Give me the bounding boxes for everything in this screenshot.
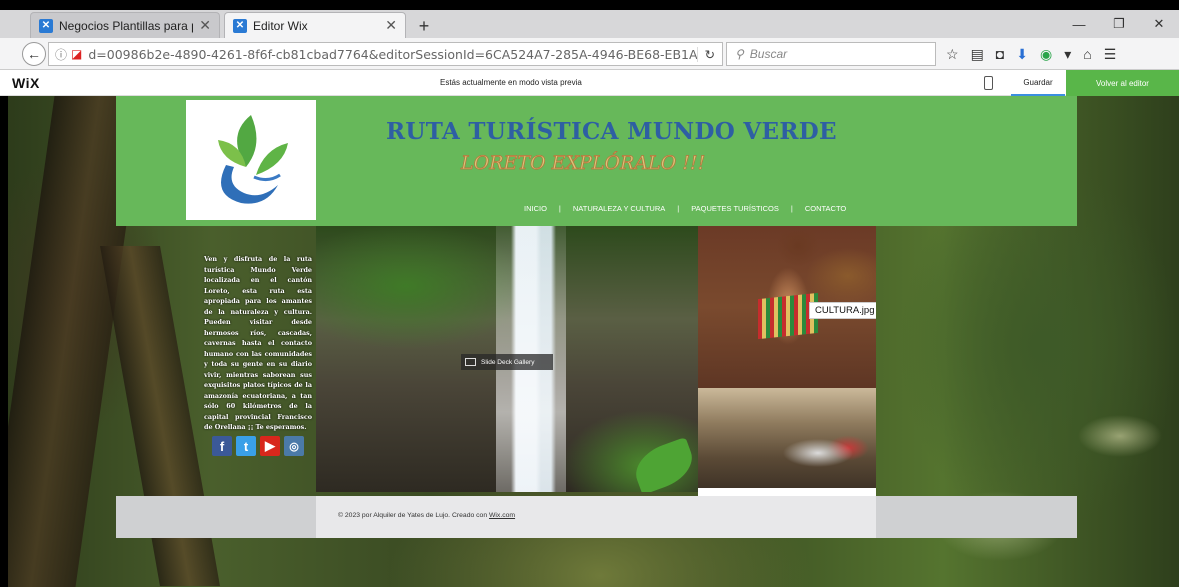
leaf-hand-logo-icon bbox=[218, 115, 288, 204]
image-icon bbox=[465, 358, 476, 366]
intro-column: Ven y disfruta de la ruta turística Mund… bbox=[190, 226, 316, 496]
site-menu: INICIO | NATURALEZA Y CULTURA | PAQUETES… bbox=[516, 204, 854, 213]
wix-preview-bar: WiX Estás actualmente en modo vista prev… bbox=[0, 70, 1179, 96]
search-icon: ⚲ bbox=[735, 47, 744, 61]
browser-nav-bar: ← ⓘ ◪ d=00986b2e-4890-4261-8f6f-cb81cbad… bbox=[0, 38, 1179, 70]
menu-item-naturaleza-cultura[interactable]: NATURALEZA Y CULTURA bbox=[565, 204, 673, 213]
menu-item-inicio[interactable]: INICIO bbox=[516, 204, 555, 213]
twitter-icon[interactable]: t bbox=[236, 436, 256, 456]
site-preview: RUTA TURÍSTICA MUNDO VERDE LORETO EXPLÓR… bbox=[0, 96, 1179, 587]
back-to-editor-button[interactable]: Volver al editor bbox=[1066, 70, 1179, 96]
menu-item-paquetes[interactable]: PAQUETES TURÍSTICOS bbox=[683, 204, 787, 213]
save-button[interactable]: Guardar bbox=[1011, 70, 1065, 96]
pocket-icon[interactable]: ◘ bbox=[996, 46, 1004, 62]
menu-separator: | bbox=[558, 204, 561, 213]
restore-icon[interactable]: ❐ bbox=[1099, 10, 1139, 38]
wix-favicon-icon: ✕ bbox=[233, 18, 247, 33]
menu-item-contacto[interactable]: CONTACTO bbox=[797, 204, 854, 213]
search-placeholder: Buscar bbox=[749, 47, 788, 61]
site-header: RUTA TURÍSTICA MUNDO VERDE LORETO EXPLÓR… bbox=[116, 96, 1077, 226]
gallery-label: Slide Deck Gallery bbox=[461, 354, 553, 370]
close-window-icon[interactable]: ✕ bbox=[1139, 10, 1179, 38]
home-icon[interactable]: ⌂ bbox=[1083, 46, 1091, 62]
window-left-edge bbox=[0, 96, 8, 587]
info-icon[interactable]: ⓘ bbox=[55, 46, 67, 63]
footer-text: © 2023 por Alquiler de Yates de Lujo. Cr… bbox=[338, 512, 515, 519]
waterfall-gallery[interactable]: Slide Deck Gallery bbox=[316, 226, 698, 492]
back-button[interactable]: ← bbox=[22, 41, 46, 66]
window-top-edge bbox=[0, 0, 1179, 10]
menu-separator: | bbox=[790, 204, 793, 213]
cave-image[interactable] bbox=[698, 388, 876, 488]
tab-label: Negocios Plantillas para p... bbox=[59, 18, 194, 33]
url-text: d=00986b2e-4890-4261-8f6f-cb81cbad7764&e… bbox=[88, 46, 697, 62]
download-icon[interactable]: ⬇ bbox=[1016, 46, 1028, 63]
minimize-icon[interactable]: — bbox=[1059, 10, 1099, 38]
tab-negocios-plantillas[interactable]: ✕ Negocios Plantillas para p... ✕ bbox=[30, 12, 220, 38]
window-controls: — ❐ ✕ bbox=[1059, 10, 1179, 38]
search-input[interactable]: ⚲ Buscar bbox=[726, 42, 936, 66]
menu-icon[interactable]: ☰ bbox=[1104, 46, 1117, 63]
bookmark-star-icon[interactable]: ☆ bbox=[946, 46, 959, 63]
reading-list-icon[interactable]: ▤ bbox=[971, 46, 984, 63]
mobile-view-icon[interactable] bbox=[984, 76, 993, 90]
close-tab-icon[interactable]: ✕ bbox=[385, 17, 397, 34]
reload-icon[interactable]: ↻ bbox=[696, 46, 722, 62]
insecure-warning-icon: ◪ bbox=[71, 47, 83, 61]
site-subtitle: LORETO EXPLÓRALO !!! bbox=[461, 152, 706, 175]
tab-editor-wix[interactable]: ✕ Editor Wix ✕ bbox=[224, 12, 406, 38]
wix-logo: WiX bbox=[12, 74, 40, 91]
menu-separator: | bbox=[677, 204, 680, 213]
new-tab-button[interactable]: + bbox=[412, 14, 436, 38]
tab-label: Editor Wix bbox=[253, 18, 308, 33]
address-bar[interactable]: ⓘ ◪ d=00986b2e-4890-4261-8f6f-cb81cbad77… bbox=[48, 42, 723, 66]
site-logo[interactable] bbox=[186, 100, 316, 220]
preview-mode-message: Estás actualmente en modo vista previa bbox=[440, 78, 582, 87]
culture-image[interactable]: CULTURA.jpg bbox=[698, 226, 876, 388]
footer-copyright: © 2023 por Alquiler de Yates de Lujo. Cr… bbox=[338, 512, 489, 519]
footer-content: © 2023 por Alquiler de Yates de Lujo. Cr… bbox=[316, 496, 876, 538]
image-spacer bbox=[698, 488, 876, 496]
leaf-image bbox=[628, 436, 698, 492]
site-footer: © 2023 por Alquiler de Yates de Lujo. Cr… bbox=[116, 496, 1077, 538]
social-bar: f t ▶ ◎ bbox=[212, 436, 304, 456]
close-tab-icon[interactable]: ✕ bbox=[199, 17, 211, 34]
toolbar-icons: ☆ ▤ ◘ ⬇ ◉ ▾ ⌂ ☰ bbox=[946, 42, 1116, 66]
extension-icon[interactable]: ◉ bbox=[1040, 46, 1052, 63]
youtube-icon[interactable]: ▶ bbox=[260, 436, 280, 456]
browser-tab-bar: ✕ Negocios Plantillas para p... ✕ ✕ Edit… bbox=[0, 10, 1179, 38]
gallery-label-text: Slide Deck Gallery bbox=[481, 358, 535, 366]
wix-favicon-icon: ✕ bbox=[39, 18, 53, 33]
site-title: RUTA TURÍSTICA MUNDO VERDE bbox=[386, 118, 837, 145]
dropdown-icon[interactable]: ▾ bbox=[1064, 46, 1071, 63]
instagram-icon[interactable]: ◎ bbox=[284, 436, 304, 456]
culture-image-label: CULTURA.jpg bbox=[809, 302, 876, 319]
footer-wix-link[interactable]: Wix.com bbox=[489, 512, 515, 519]
facebook-icon[interactable]: f bbox=[212, 436, 232, 456]
intro-text: Ven y disfruta de la ruta turística Mund… bbox=[204, 255, 312, 431]
